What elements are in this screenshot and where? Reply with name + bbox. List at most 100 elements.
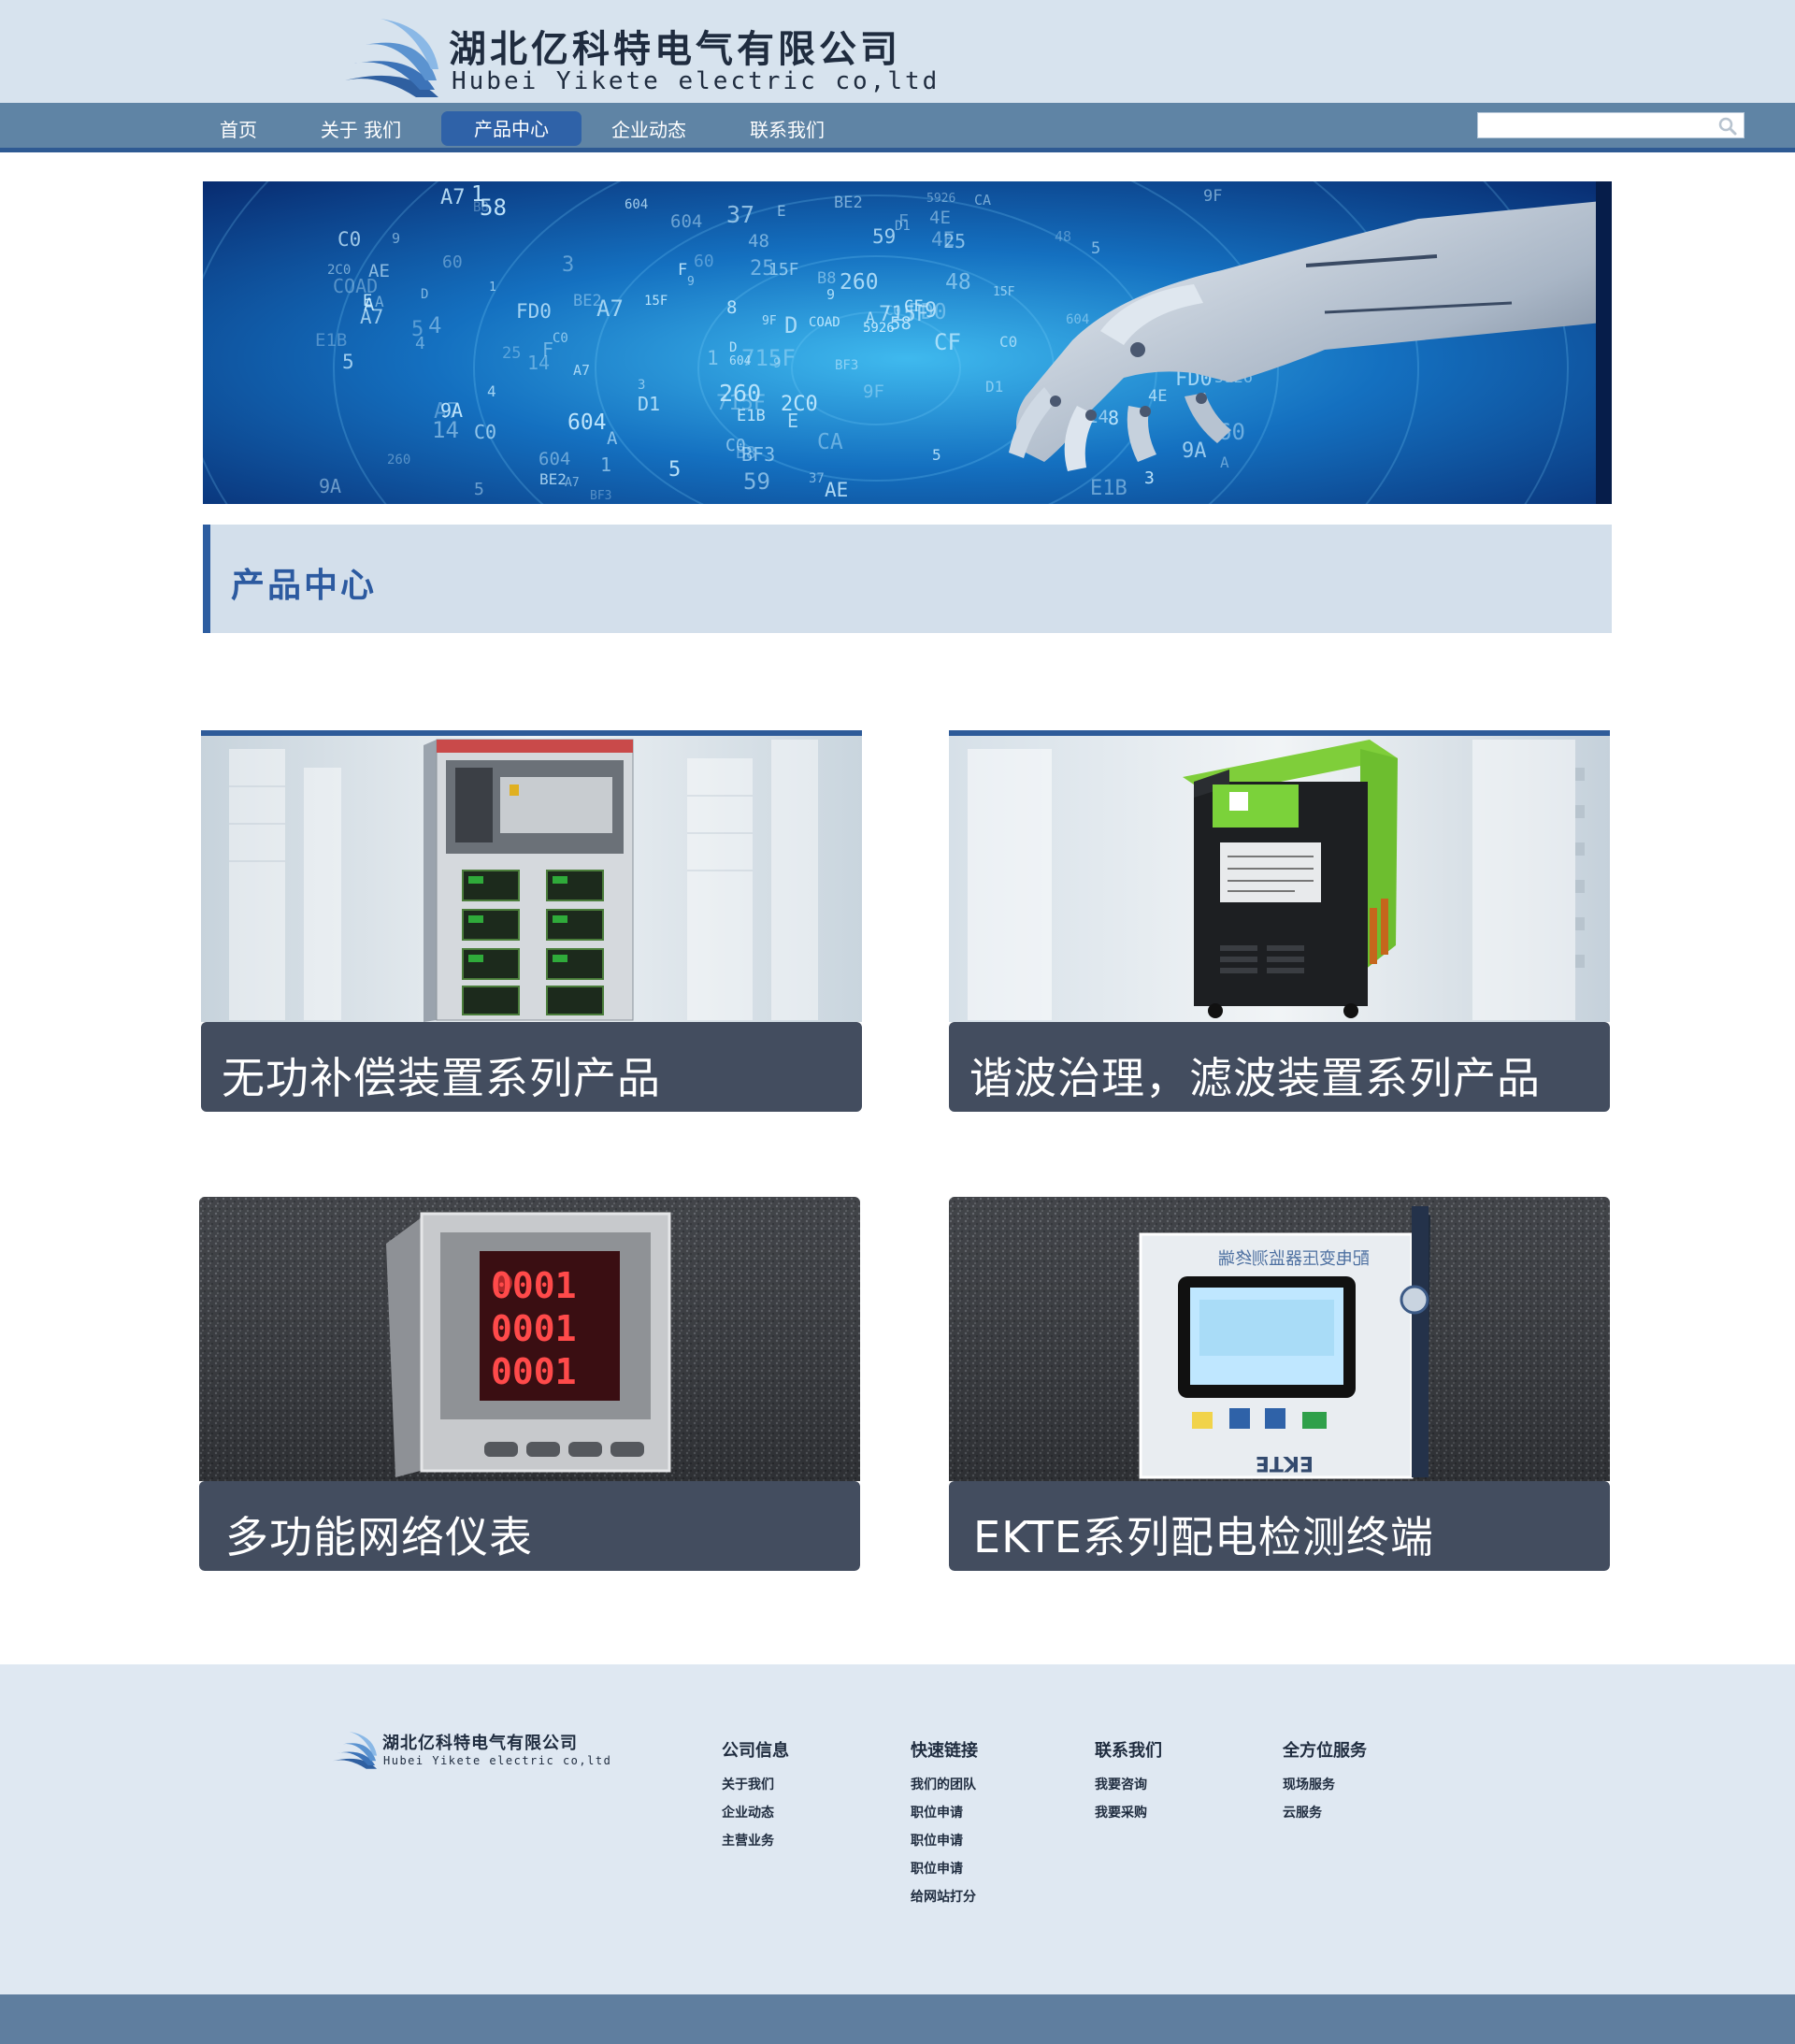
matrix-glyph: FD0: [908, 300, 947, 324]
footer-column-services: 全方位服务 现场服务 云服务: [1283, 1737, 1470, 1827]
matrix-glyph: 37: [726, 201, 754, 228]
matrix-glyph: 2C0: [781, 393, 818, 416]
footer-column-contact: 联系我们 我要咨询 我要采购: [1095, 1737, 1282, 1827]
nav-item-about[interactable]: 关于 我们: [312, 103, 409, 148]
matrix-glyph: B8: [736, 443, 756, 463]
footer-link[interactable]: 我要咨询: [1095, 1771, 1282, 1799]
site-header: 湖北亿科特电气有限公司 Hubei Yikete electric co,ltd: [0, 0, 1795, 103]
matrix-glyph: 1: [489, 281, 496, 295]
page-title: 产品中心: [231, 567, 378, 605]
matrix-glyph: 5: [932, 446, 941, 464]
footer-bottom-bar: [0, 1994, 1795, 2044]
matrix-glyph: 1: [707, 347, 719, 369]
matrix-glyph: 5: [1091, 239, 1100, 258]
matrix-glyph: C0: [553, 331, 568, 346]
matrix-glyph: AE: [368, 261, 390, 281]
matrix-glyph: A7: [596, 295, 624, 322]
product-title: 无功补偿装置系列产品: [222, 1053, 661, 1103]
matrix-glyph: F: [678, 261, 687, 280]
matrix-glyph: A: [607, 428, 618, 449]
company-name-en: Hubei Yikete electric co,ltd: [452, 67, 941, 95]
search-input[interactable]: [1484, 115, 1712, 137]
matrix-glyph: 37: [809, 471, 825, 486]
matrix-glyph: 5926: [926, 192, 955, 206]
matrix-glyph: C0: [999, 333, 1017, 351]
matrix-glyph: 4E: [1148, 387, 1167, 406]
matrix-glyph: E: [787, 410, 798, 432]
nav-item-products[interactable]: 产品中心: [441, 111, 582, 146]
matrix-glyph: D1: [895, 219, 911, 234]
matrix-glyph: 3: [1144, 468, 1155, 488]
matrix-glyph: 604: [729, 354, 752, 368]
device-brand-text: EKTE: [1256, 1451, 1314, 1475]
matrix-glyph: 9F: [863, 381, 884, 402]
nav-item-home[interactable]: 首页: [208, 103, 269, 148]
hero-image: 9DA4E2558415915F604715F60A7B8C036049ABE2…: [203, 181, 1612, 504]
matrix-glyph: 48: [945, 270, 971, 295]
company-logo[interactable]: 湖北亿科特电气有限公司 Hubei Yikete electric co,ltd: [341, 13, 937, 97]
matrix-glyph: BF3: [590, 489, 611, 503]
product-title: 谐波治理，滤波装置系列产品: [969, 1053, 1541, 1103]
product-card-distribution-terminal[interactable]: 配电变压器监测终端 EKTE EKTE系列配电检测终端: [949, 1197, 1610, 1571]
footer-column-heading: 快速链接: [911, 1741, 978, 1761]
meter-reading: 0001: [491, 1351, 577, 1392]
footer-logo[interactable]: 湖北亿科特电气有限公司 Hubei Yikete electric co,ltd: [331, 1728, 611, 1775]
product-card-compensation[interactable]: 无功补偿装置系列产品: [201, 730, 862, 1112]
product-card-network-meter[interactable]: 0001 0001 0001 多功能网络仪表: [199, 1197, 860, 1571]
search-icon[interactable]: [1717, 116, 1738, 137]
matrix-glyph: 604: [567, 410, 607, 435]
matrix-glyph: 60: [694, 252, 714, 271]
matrix-glyph: 604: [670, 211, 702, 232]
matrix-glyph: B8: [817, 269, 836, 288]
matrix-glyph: 48: [1055, 228, 1071, 245]
matrix-glyph: 9A: [1182, 439, 1207, 463]
card-top-accent: [949, 730, 1610, 736]
matrix-glyph: 1: [600, 453, 611, 476]
footer-link[interactable]: 我们的团队: [911, 1771, 1098, 1799]
footer-link[interactable]: 现场服务: [1283, 1771, 1470, 1799]
footer-link[interactable]: 主营业务: [722, 1827, 909, 1855]
matrix-glyph: 4E: [929, 208, 951, 228]
matrix-glyph: D: [729, 340, 737, 355]
matrix-glyph: 9A: [319, 475, 341, 497]
main-nav: 首页 关于 我们 产品中心 企业动态 联系我们: [0, 103, 1795, 152]
matrix-glyph: D1: [985, 378, 1003, 396]
matrix-glyph: E1B: [1090, 477, 1127, 500]
footer-link[interactable]: 企业动态: [722, 1799, 909, 1827]
footer-column-heading: 公司信息: [722, 1741, 789, 1761]
section-heading: 产品中心: [203, 525, 1612, 633]
footer-column-heading: 全方位服务: [1283, 1741, 1367, 1761]
matrix-glyph: 25: [502, 344, 521, 363]
footer-column-company: 公司信息 关于我们 企业动态 主营业务: [722, 1737, 909, 1855]
product-card-harmonic-filter[interactable]: 谐波治理，滤波装置系列产品: [949, 730, 1610, 1112]
card-caption: 谐波治理，滤波装置系列产品: [949, 1022, 1610, 1112]
footer-link[interactable]: 职位申请: [911, 1799, 1098, 1827]
nav-item-contact[interactable]: 联系我们: [739, 103, 836, 148]
product-title: EKTE系列配电检测终端: [973, 1512, 1434, 1562]
footer-link[interactable]: 给网站打分: [911, 1883, 1098, 1911]
matrix-glyph: 15F: [993, 285, 1015, 299]
footer-link[interactable]: 关于我们: [722, 1771, 909, 1799]
matrix-glyph: 8: [726, 297, 737, 318]
matrix-glyph: 48: [748, 231, 769, 252]
matrix-glyph: 604: [625, 197, 648, 212]
matrix-glyph: 9F: [1203, 187, 1222, 206]
meter-reading: 0001: [491, 1265, 577, 1306]
matrix-glyph: 3: [562, 253, 574, 277]
footer-link[interactable]: 职位申请: [911, 1827, 1098, 1855]
card-top-accent: [201, 730, 862, 736]
nav-item-news[interactable]: 企业动态: [600, 103, 697, 148]
wing-logo-icon: [345, 19, 438, 97]
matrix-glyph: BE2: [834, 194, 863, 212]
matrix-glyph: 5: [411, 318, 424, 341]
matrix-glyph: 715F: [716, 392, 766, 415]
matrix-glyph: A7: [440, 186, 466, 209]
matrix-glyph: 260: [387, 453, 410, 468]
site-footer: 湖北亿科特电气有限公司 Hubei Yikete electric co,ltd…: [0, 1664, 1795, 1994]
matrix-glyph: BE2: [539, 470, 567, 488]
matrix-glyph: D: [421, 287, 428, 302]
footer-link[interactable]: 职位申请: [911, 1855, 1098, 1883]
matrix-glyph: 1: [471, 182, 484, 207]
footer-link[interactable]: 我要采购: [1095, 1799, 1282, 1827]
footer-link[interactable]: 云服务: [1283, 1799, 1470, 1827]
